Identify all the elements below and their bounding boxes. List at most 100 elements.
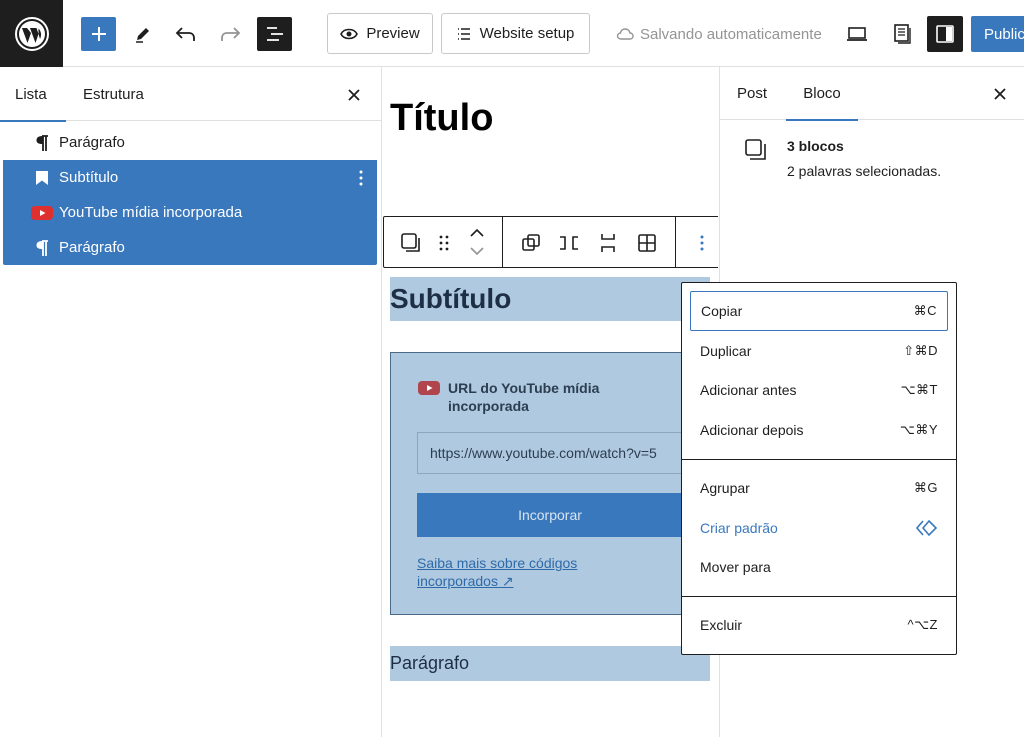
move-up-button[interactable] [464,225,490,241]
embed-label-text: URL do YouTube mídia incorporada [448,380,600,414]
toolbar-divider [502,217,503,267]
paragraph-icon [31,237,53,259]
menu-item-create-pattern[interactable]: Criar padrão [690,508,948,548]
post-title[interactable]: Título [390,97,493,140]
grid-button[interactable] [634,230,660,256]
list-item-label: YouTube mídia incorporada [59,204,243,221]
menu-divider [682,459,956,460]
words-selected: 2 palavras selecionadas. [787,163,942,179]
website-setup-button[interactable]: Website setup [441,13,590,54]
list-item-subheading[interactable]: Subtítulo [3,160,377,195]
list-view-icon [266,27,283,41]
drag-handle-icon [439,235,449,251]
embed-learn-more-link[interactable]: Saiba mais sobre códigos incorporados ↗ [417,554,617,590]
menu-item-shortcut: ⇧⌘D [903,343,938,358]
move-down-button[interactable] [464,243,490,259]
chevron-up-icon [470,229,484,237]
redo-button[interactable] [214,17,246,51]
wordpress-logo-button[interactable] [0,0,63,67]
publish-label: Public [984,25,1024,43]
youtube-icon [31,202,53,224]
copy-blocks-icon [745,139,766,160]
list-item-paragraph[interactable]: Parágrafo [3,125,377,160]
menu-item-shortcut: ⌥⌘T [900,382,938,397]
menu-item-insert-after[interactable]: Adicionar depois ⌥⌘Y [690,410,948,450]
embed-button[interactable]: Incorporar [417,493,717,537]
menu-item-delete[interactable]: Excluir ^⌥Z [690,605,948,645]
paragraph-text: Parágrafo [390,653,470,673]
list-item-label: Parágrafo [59,239,125,256]
menu-item-copy[interactable]: Copiar ⌘C [690,291,948,331]
menu-item-label: Adicionar antes [700,382,797,398]
sidebar-icon [936,25,954,43]
menu-item-shortcut: ⌘C [913,303,937,318]
undo-button[interactable] [170,17,202,51]
embed-url-input[interactable]: https://www.youtube.com/watch?v=5 [417,432,717,474]
list-item-label: Subtítulo [59,169,119,186]
bookmark-icon [31,167,53,189]
redo-icon [221,27,241,41]
close-sidebar-button[interactable] [988,82,1012,106]
tab-post[interactable]: Post [737,67,767,120]
tab-estrutura[interactable]: Estrutura [83,67,173,121]
group-button[interactable] [518,230,544,256]
menu-item-label: Adicionar depois [700,422,804,438]
tab-block[interactable]: Bloco [786,67,858,121]
menu-item-insert-before[interactable]: Adicionar antes ⌥⌘T [690,370,948,410]
menu-item-shortcut: ^⌥Z [907,617,938,632]
list-view-panel: Lista Estrutura Parágrafo Subtítulo YouT… [0,67,382,737]
sidebar-tabs: Post Bloco [720,67,1024,121]
website-setup-label: Website setup [479,25,575,42]
menu-item-label: Agrupar [700,480,750,496]
device-preview-button[interactable] [843,17,871,51]
group-icon [522,234,540,251]
more-vertical-icon [359,170,363,186]
youtube-icon [418,381,440,395]
menu-item-shortcut: ⌥⌘Y [899,422,938,437]
page-details-button[interactable] [888,17,916,51]
publish-button[interactable]: Public [971,16,1024,52]
subheading-block[interactable]: Subtítulo [390,277,710,321]
list-item-youtube-embed[interactable]: YouTube mídia incorporada [3,195,377,230]
settings-sidebar-button[interactable] [927,16,963,52]
youtube-embed-block[interactable]: URL do YouTube mídia incorporada https:/… [390,352,717,615]
tab-block-label: Bloco [803,85,841,102]
list-item-paragraph-2[interactable]: Parágrafo [3,230,377,265]
row-button[interactable] [556,230,582,256]
menu-item-label: Excluir [700,617,743,633]
menu-item-move-to[interactable]: Mover para [690,547,948,587]
editor-canvas: Título Subtítulo URL do YouTube mídia in… [383,67,718,737]
menu-item-label: Duplicar [700,343,752,359]
paragraph-icon [31,132,53,154]
stack-icon [601,234,615,252]
list-icon [457,27,470,40]
menu-item-group[interactable]: Agrupar ⌘G [690,468,948,508]
copy-blocks-icon [401,233,420,252]
stack-button[interactable] [595,230,621,256]
options-button[interactable] [689,230,715,256]
block-toolbar [383,216,718,268]
block-options-button[interactable] [351,166,371,190]
close-list-view-button[interactable] [342,83,366,107]
multi-block-type-button[interactable] [398,230,424,256]
document-icon [894,24,911,44]
list-view-tabs: Lista Estrutura [0,67,382,122]
paragraph-block[interactable]: Parágrafo [390,646,710,681]
editor-header: Preview Website setup Salvando automatic… [0,0,1024,67]
tab-estrutura-label: Estrutura [83,85,144,103]
menu-item-duplicate[interactable]: Duplicar ⇧⌘D [690,331,948,371]
embed-label: URL do YouTube mídia incorporada [418,379,668,415]
menu-divider [682,596,956,597]
preview-button[interactable]: Preview [327,13,433,54]
menu-item-label: Copiar [701,303,743,319]
drag-handle[interactable] [431,230,457,256]
document-overview-button[interactable] [257,17,292,51]
close-icon [348,89,360,101]
tools-button[interactable] [127,17,159,51]
subheading-text: Subtítulo [390,283,512,314]
preview-label: Preview [366,25,420,42]
add-block-button[interactable] [81,17,116,51]
tab-lista[interactable]: Lista [0,67,66,122]
wordpress-icon [14,16,49,51]
cloud-icon [616,28,634,40]
